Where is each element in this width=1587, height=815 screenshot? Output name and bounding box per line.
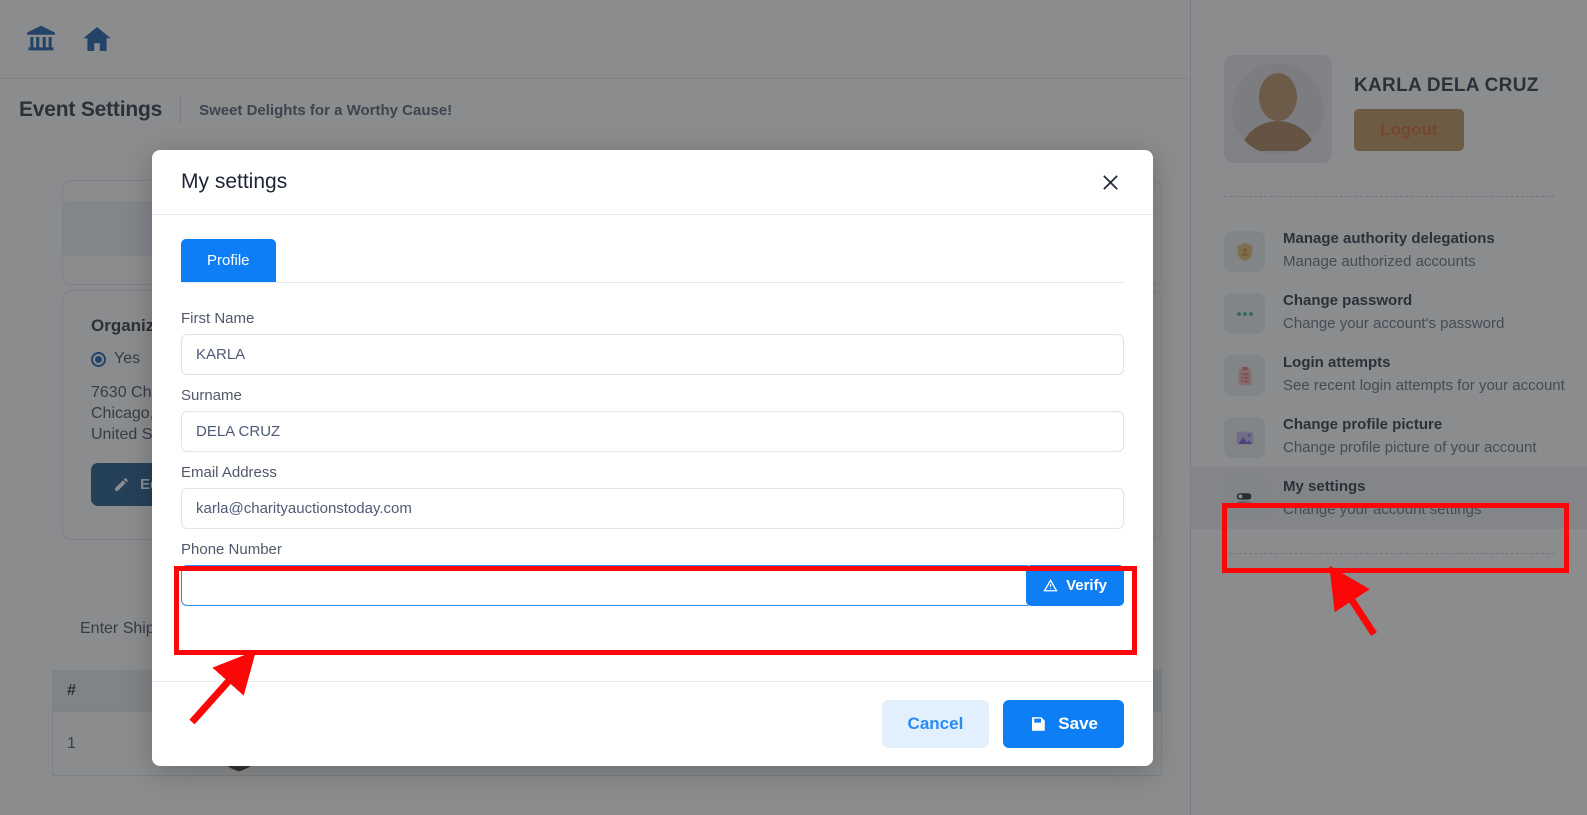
tab-profile[interactable]: Profile xyxy=(181,239,276,282)
modal-tabs: Profile xyxy=(181,239,1124,283)
dots-icon xyxy=(1224,293,1265,334)
menu-item-text: Change password Change your account's pa… xyxy=(1283,290,1504,334)
email-field[interactable] xyxy=(181,488,1124,529)
panel-divider-top xyxy=(1224,196,1554,197)
first-name-input[interactable] xyxy=(181,334,1124,375)
panel-divider-bottom xyxy=(1224,553,1554,554)
save-button[interactable]: Save xyxy=(1003,700,1124,748)
avatar xyxy=(1224,55,1332,163)
menu-item-subtitle: See recent login attempts for your accou… xyxy=(1283,377,1565,394)
profile-meta: KARLA DELA CRUZ Logout xyxy=(1354,55,1539,151)
logout-button[interactable]: Logout xyxy=(1354,109,1464,151)
cancel-button[interactable]: Cancel xyxy=(881,700,990,748)
surname-label: Surname xyxy=(181,387,242,404)
first-name-label: First Name xyxy=(181,310,255,327)
phone-number-input[interactable] xyxy=(181,565,1028,606)
image-icon xyxy=(1224,417,1265,458)
modal-body: Profile First Name Surname Email Address… xyxy=(152,215,1153,681)
profile-summary: KARLA DELA CRUZ Logout xyxy=(1191,0,1587,163)
shield-user-icon xyxy=(1224,231,1265,272)
verify-button[interactable]: Verify xyxy=(1026,565,1124,606)
menu-item-title: Change profile picture xyxy=(1283,416,1443,433)
account-side-panel: KARLA DELA CRUZ Logout Manage authority … xyxy=(1190,0,1587,815)
menu-item-change-profile-picture[interactable]: Change profile picture Change profile pi… xyxy=(1191,405,1587,467)
menu-item-my-settings[interactable]: My settings Change your account settings xyxy=(1191,467,1587,529)
my-settings-modal: My settings Profile First Name Surname E… xyxy=(152,150,1153,766)
profile-name: KARLA DELA CRUZ xyxy=(1354,75,1539,96)
clipboard-icon xyxy=(1224,355,1265,396)
email-group: Email Address xyxy=(181,464,1124,529)
menu-item-title: Manage authority delegations xyxy=(1283,230,1495,247)
profile-form: First Name Surname Email Address Phone N… xyxy=(181,283,1124,606)
menu-item-subtitle: Manage authorized accounts xyxy=(1283,253,1476,270)
menu-item-title: Login attempts xyxy=(1283,354,1391,371)
menu-item-title: My settings xyxy=(1283,478,1366,495)
save-disk-icon xyxy=(1032,717,1046,731)
menu-item-manage-authority-delegations[interactable]: Manage authority delegations Manage auth… xyxy=(1191,219,1587,281)
modal-footer: Cancel Save xyxy=(152,681,1153,766)
menu-item-text: My settings Change your account settings xyxy=(1283,476,1481,520)
menu-item-change-password[interactable]: Change password Change your account's pa… xyxy=(1191,281,1587,343)
verify-label: Verify xyxy=(1066,577,1107,594)
menu-item-subtitle: Change profile picture of your account xyxy=(1283,439,1537,456)
account-menu: Manage authority delegations Manage auth… xyxy=(1191,219,1587,529)
menu-item-text: Login attempts See recent login attempts… xyxy=(1283,352,1565,396)
menu-item-text: Manage authority delegations Manage auth… xyxy=(1283,228,1495,272)
surname-input[interactable] xyxy=(181,411,1124,452)
menu-item-text: Change profile picture Change profile pi… xyxy=(1283,414,1536,458)
surname-group: Surname xyxy=(181,387,1124,452)
menu-item-title: Change password xyxy=(1283,292,1413,309)
phone-input-row: Verify xyxy=(181,565,1124,606)
menu-item-subtitle: Change your account settings xyxy=(1283,501,1482,518)
menu-item-subtitle: Change your account's password xyxy=(1283,315,1505,332)
menu-item-login-attempts[interactable]: Login attempts See recent login attempts… xyxy=(1191,343,1587,405)
close-icon[interactable] xyxy=(1096,168,1124,196)
modal-header: My settings xyxy=(152,150,1153,215)
phone-number-group: Phone Number Verify xyxy=(181,541,1124,606)
phone-number-label: Phone Number xyxy=(181,541,282,558)
warning-triangle-icon xyxy=(1043,578,1058,592)
email-label: Email Address xyxy=(181,464,277,481)
toggles-icon xyxy=(1224,479,1265,520)
save-label: Save xyxy=(1058,714,1098,733)
modal-title: My settings xyxy=(181,170,288,193)
first-name-group: First Name xyxy=(181,310,1124,375)
